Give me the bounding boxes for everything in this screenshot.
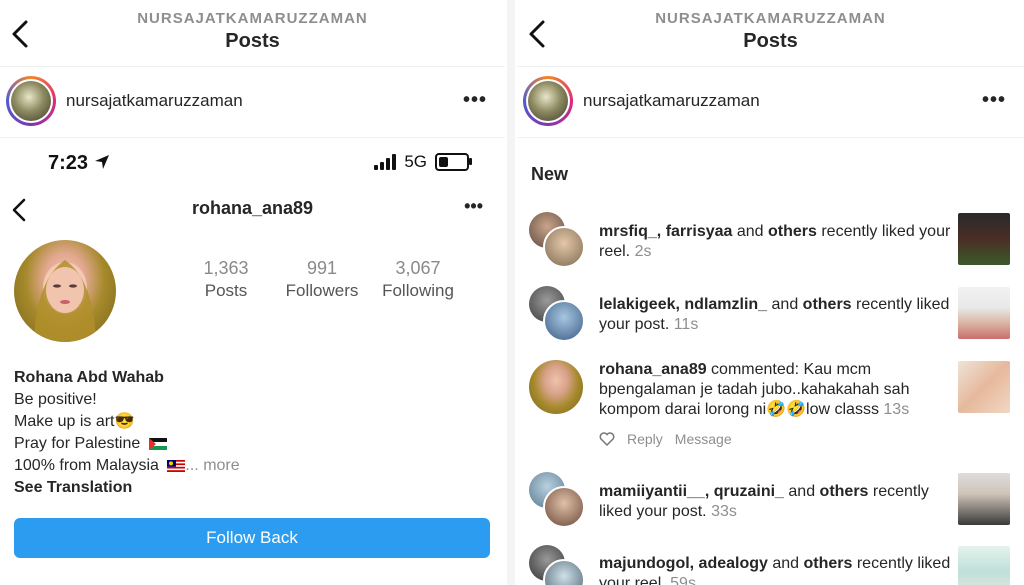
post-thumbnail[interactable] bbox=[958, 546, 1010, 585]
bio-line: Make up is art😎 bbox=[14, 413, 135, 430]
bio-line: Be positive! bbox=[14, 391, 97, 408]
battery-icon bbox=[435, 153, 472, 171]
notification-text: majundogol, adealogy and others recently… bbox=[599, 555, 951, 585]
reply-button[interactable]: Reply bbox=[627, 431, 663, 447]
notification-text: mamiiyantii__, qruzaini_ and others rece… bbox=[599, 483, 929, 520]
post-thumbnail[interactable] bbox=[958, 213, 1010, 265]
profile-avatar[interactable] bbox=[14, 240, 116, 342]
section-heading: New bbox=[531, 164, 569, 184]
bio-line: Pray for Palestine bbox=[14, 433, 240, 455]
comment-actions: Reply Message bbox=[599, 431, 732, 447]
post-thumbnail[interactable] bbox=[958, 287, 1010, 339]
post-header: nursajatkamaruzzaman ••• bbox=[0, 67, 505, 138]
avatar[interactable] bbox=[6, 76, 56, 126]
notification-text: rohana_ana89 commented: Kau mcm bpengala… bbox=[599, 361, 910, 418]
avatar[interactable] bbox=[529, 545, 585, 585]
avatar[interactable] bbox=[523, 76, 573, 126]
followers-stat[interactable]: 991 Followers bbox=[277, 258, 367, 301]
signal-icon bbox=[374, 154, 397, 170]
notification-text: mrsfiq_, farrisyaa and others recently l… bbox=[599, 223, 951, 260]
more-options-icon[interactable]: ••• bbox=[463, 89, 487, 112]
top-bar: NURSAJATKAMARUZZAMAN Posts bbox=[517, 0, 1024, 67]
account-subtitle: NURSAJATKAMARUZZAMAN bbox=[137, 10, 368, 27]
avatar[interactable] bbox=[529, 472, 585, 528]
right-screenshot: NURSAJATKAMARUZZAMAN Posts nursajatkamar… bbox=[517, 0, 1024, 585]
post-thumbnail[interactable] bbox=[958, 361, 1010, 413]
top-bar: NURSAJATKAMARUZZAMAN Posts bbox=[0, 0, 505, 67]
message-button[interactable]: Message bbox=[675, 431, 732, 447]
profile-summary: 1,363 Posts 991 Followers 3,067 Followin… bbox=[0, 238, 505, 342]
more-options-icon[interactable]: ••• bbox=[982, 89, 1006, 112]
profile-username: rohana_ana89 bbox=[191, 198, 314, 218]
more-link[interactable]: ... more bbox=[185, 457, 239, 474]
display-name: Rohana Abd Wahab bbox=[14, 369, 164, 386]
more-options-icon[interactable]: ••• bbox=[464, 196, 483, 217]
profile-bio: Rohana Abd Wahab Be positive! Make up is… bbox=[14, 367, 240, 499]
avatar[interactable] bbox=[529, 286, 585, 342]
heart-icon[interactable] bbox=[599, 432, 615, 446]
page-title: Posts bbox=[743, 30, 798, 52]
avatar[interactable] bbox=[529, 360, 583, 414]
post-header: nursajatkamaruzzaman ••• bbox=[517, 67, 1024, 138]
see-translation-link[interactable]: See Translation bbox=[14, 477, 240, 499]
post-thumbnail[interactable] bbox=[958, 473, 1010, 525]
post-username[interactable]: nursajatkamaruzzaman bbox=[583, 91, 760, 111]
avatar[interactable] bbox=[529, 212, 585, 268]
profile-bar: rohana_ana89 ••• bbox=[0, 186, 505, 238]
network-type: 5G bbox=[404, 152, 427, 171]
notification-text: lelakigeek, ndlamzlin_ and others recent… bbox=[599, 296, 950, 333]
page-title: Posts bbox=[225, 30, 280, 52]
avatar-illustration bbox=[34, 260, 96, 342]
palestine-flag-icon bbox=[148, 437, 167, 450]
bio-line: 100% from Malaysia ... more bbox=[14, 457, 240, 474]
phone-status-bar: 7:23 5G bbox=[0, 138, 505, 186]
following-stat[interactable]: 3,067 Following bbox=[373, 258, 463, 301]
posts-stat[interactable]: 1,363 Posts bbox=[181, 258, 271, 301]
account-subtitle: NURSAJATKAMARUZZAMAN bbox=[655, 10, 886, 27]
panel-divider bbox=[507, 0, 515, 585]
status-time: 7:23 bbox=[48, 152, 110, 175]
left-screenshot: NURSAJATKAMARUZZAMAN Posts nursajatkamar… bbox=[0, 0, 505, 585]
malaysia-flag-icon bbox=[167, 459, 186, 472]
post-username[interactable]: nursajatkamaruzzaman bbox=[66, 91, 243, 111]
follow-back-button[interactable]: Follow Back bbox=[14, 518, 490, 558]
location-arrow-icon bbox=[94, 155, 109, 169]
